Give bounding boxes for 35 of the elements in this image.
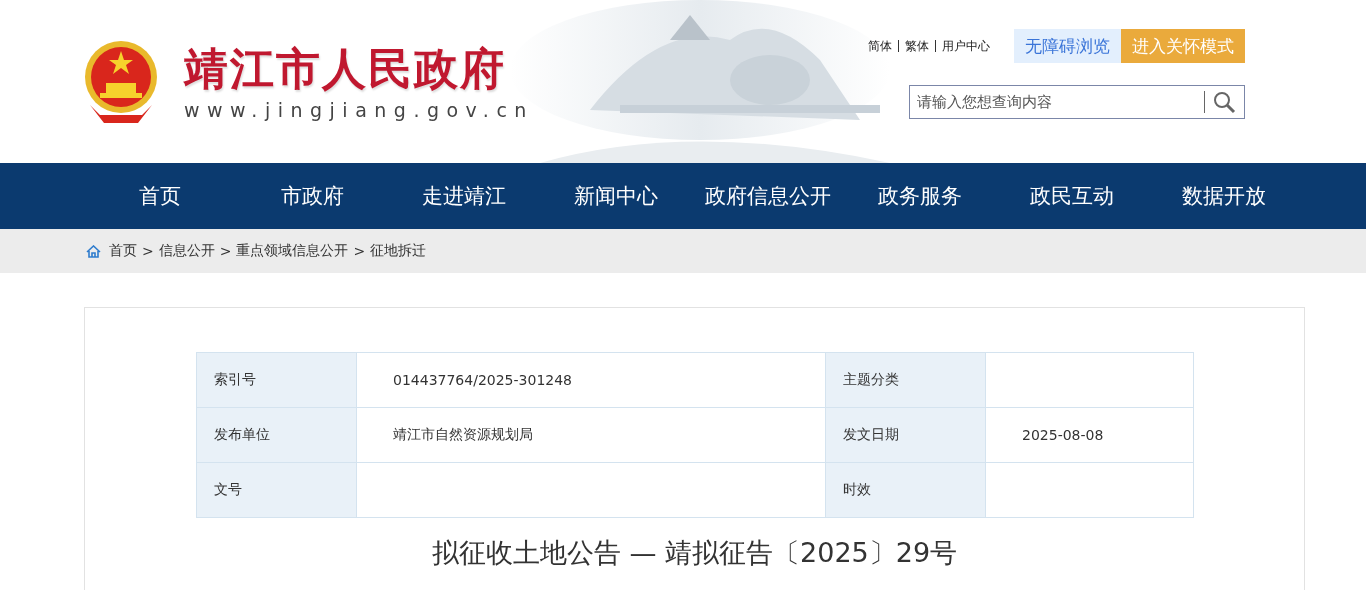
table-label: 主题分类 — [825, 352, 986, 408]
nav-item[interactable]: 市政府 — [236, 163, 388, 229]
breadcrumb-separator: > — [353, 243, 366, 259]
nav-item[interactable]: 数据开放 — [1148, 163, 1300, 229]
breadcrumb-separator: > — [219, 243, 232, 259]
search-icon[interactable] — [1212, 90, 1236, 114]
nav-item[interactable]: 政民互动 — [996, 163, 1148, 229]
user-center-link[interactable]: 用户中心 — [936, 40, 996, 52]
table-label: 发布单位 — [196, 407, 357, 463]
breadcrumb-link[interactable]: 首页 — [109, 242, 137, 260]
accessibility-button[interactable]: 无障碍浏览 — [1014, 29, 1121, 63]
breadcrumb-link[interactable]: 重点领域信息公开 — [236, 242, 349, 260]
site-url: www.jingjiang.gov.cn — [184, 98, 534, 121]
emblem-icon — [84, 38, 158, 125]
table-label: 时效 — [825, 462, 986, 518]
table-value: 靖江市自然资源规划局 — [356, 407, 826, 463]
search-field[interactable]: 请输入您想查询内容 — [909, 85, 1245, 119]
table-value: 2025-08-08 — [985, 407, 1194, 463]
site-name: 靖江市人民政府 — [184, 42, 507, 95]
nav-item[interactable]: 政务服务 — [844, 163, 996, 229]
table-label: 索引号 — [196, 352, 357, 408]
table-value: 014437764/2025-301248 — [356, 352, 826, 408]
home-icon — [86, 244, 101, 258]
nav-item[interactable]: 走进靖江 — [388, 163, 540, 229]
nav-item[interactable]: 政府信息公开 — [692, 163, 844, 229]
article-title: 拟征收土地公告 — 靖拟征告〔2025〕29号 — [430, 536, 959, 570]
breadcrumb-separator: > — [142, 243, 154, 259]
table-label: 文号 — [196, 462, 357, 518]
language-link[interactable]: 简体 — [862, 40, 899, 52]
breadcrumb-link[interactable]: 征地拆迁 — [370, 242, 427, 260]
nav-item[interactable]: 新闻中心 — [540, 163, 692, 229]
breadcrumb-link[interactable]: 信息公开 — [158, 242, 215, 260]
table-label: 发文日期 — [825, 407, 986, 463]
nav-item[interactable]: 首页 — [84, 163, 236, 229]
language-link[interactable]: 繁体 — [899, 40, 936, 52]
